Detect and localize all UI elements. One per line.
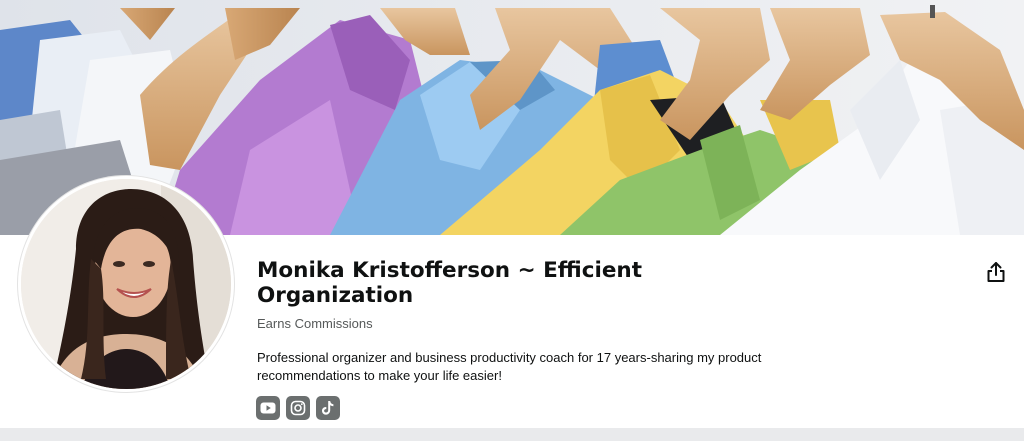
instagram-link[interactable]: [286, 396, 310, 420]
profile-avatar: [18, 176, 234, 392]
share-icon: [987, 262, 1005, 282]
section-divider: [0, 428, 1024, 441]
earns-commissions-label: Earns Commissions: [257, 316, 373, 331]
tiktok-icon: [322, 401, 334, 415]
youtube-link[interactable]: [256, 396, 280, 420]
profile-bio: Professional organizer and business prod…: [257, 350, 762, 383]
social-links: [256, 396, 340, 420]
youtube-icon: [260, 402, 276, 414]
tiktok-link[interactable]: [316, 396, 340, 420]
profile-name: Monika Kristofferson ~ Efficient Organiz…: [257, 258, 643, 308]
share-button[interactable]: [984, 259, 1008, 285]
instagram-icon: [290, 400, 306, 416]
storefront-profile-page: Monika Kristofferson ~ Efficient Organiz…: [0, 0, 1024, 441]
